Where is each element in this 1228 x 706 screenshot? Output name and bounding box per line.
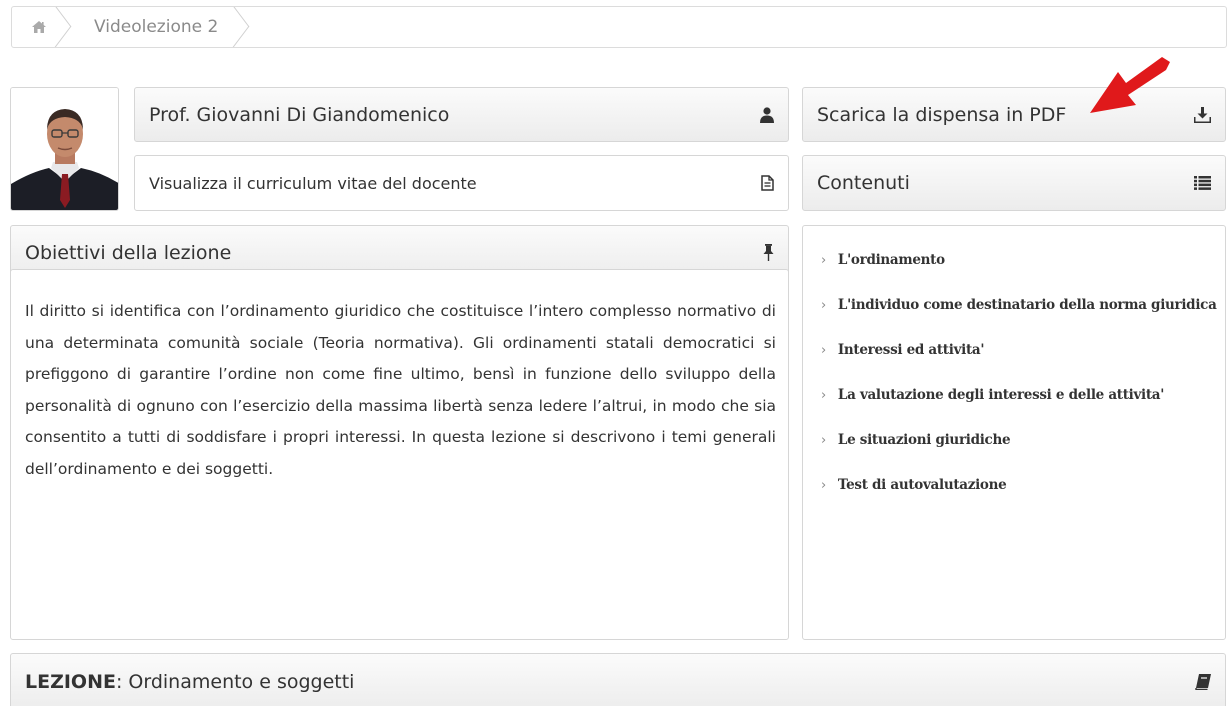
contents-item[interactable]: › L'individuo come destinatario della nor… [821, 285, 1225, 325]
objectives-title: Obiettivi della lezione [25, 241, 232, 264]
home-icon [32, 21, 46, 33]
download-pdf-label: Scarica la dispensa in PDF [817, 103, 1067, 126]
chevron-right-icon: › [821, 477, 826, 493]
contents-item-label: L'individuo come destinatario della norm… [837, 297, 1217, 313]
contents-item[interactable]: › L'ordinamento [821, 240, 1225, 280]
contents-item-label: Interessi ed attivita' [837, 342, 985, 358]
contents-item-label: L'ordinamento [837, 252, 945, 268]
chevron-right-icon: › [821, 342, 826, 358]
pin-icon [763, 244, 774, 261]
contents-item-label: Le situazioni giuridiche [837, 432, 1011, 448]
download-icon [1194, 106, 1211, 123]
user-icon [760, 106, 774, 123]
teacher-photo [10, 87, 119, 211]
lesson-bar[interactable]: LEZIONE: Ordinamento e soggetti [10, 653, 1226, 706]
list-icon [1194, 176, 1211, 190]
contents-item-label: Test di autovalutazione [837, 477, 1007, 493]
chevron-right-icon: › [821, 387, 826, 403]
cv-label: Visualizza il curriculum vitae del docen… [149, 173, 477, 193]
teacher-name: Prof. Giovanni Di Giandomenico [149, 103, 450, 126]
contents-item[interactable]: › Le situazioni giuridiche [821, 420, 1225, 460]
lesson-name: : Ordinamento e soggetti [115, 670, 355, 693]
lesson-page: Videolezione 2 Prof. Giovanni Di Giandom… [0, 0, 1228, 706]
chevron-right-icon: › [821, 252, 826, 268]
cv-link[interactable]: Visualizza il curriculum vitae del docen… [134, 155, 789, 211]
teacher-name-panel[interactable]: Prof. Giovanni Di Giandomenico [134, 87, 789, 142]
lesson-prefix: LEZIONE [25, 670, 116, 693]
book-icon [1195, 673, 1211, 690]
chevron-right-icon: › [821, 297, 826, 313]
contents-item[interactable]: › La valutazione degli interessi e delle … [821, 375, 1225, 415]
contents-title: Contenuti [817, 172, 910, 194]
contents-item-label: La valutazione degli interessi e delle a… [837, 387, 1165, 403]
breadcrumb-home[interactable] [12, 7, 70, 47]
objectives-text: Il diritto si identifica con l’ordinamen… [25, 302, 776, 478]
breadcrumb-item-label: Videolezione 2 [94, 17, 219, 37]
contents-list: › L'ordinamento › L'individuo come destina… [802, 225, 1226, 640]
breadcrumb-item-videolezione[interactable]: Videolezione 2 [70, 7, 248, 47]
contents-item[interactable]: › Test di autovalutazione [821, 465, 1225, 505]
lesson-title: LEZIONE: Ordinamento e soggetti [25, 671, 354, 693]
objectives-text-panel: Il diritto si identifica con l’ordinamen… [10, 269, 789, 640]
chevron-right-icon: › [821, 432, 826, 448]
contents-item[interactable]: › Interessi ed attivita' [821, 330, 1225, 370]
annotation-arrow-icon [1090, 57, 1170, 113]
contents-header[interactable]: Contenuti [802, 155, 1226, 211]
breadcrumb: Videolezione 2 [11, 6, 1227, 48]
document-icon [761, 175, 774, 191]
